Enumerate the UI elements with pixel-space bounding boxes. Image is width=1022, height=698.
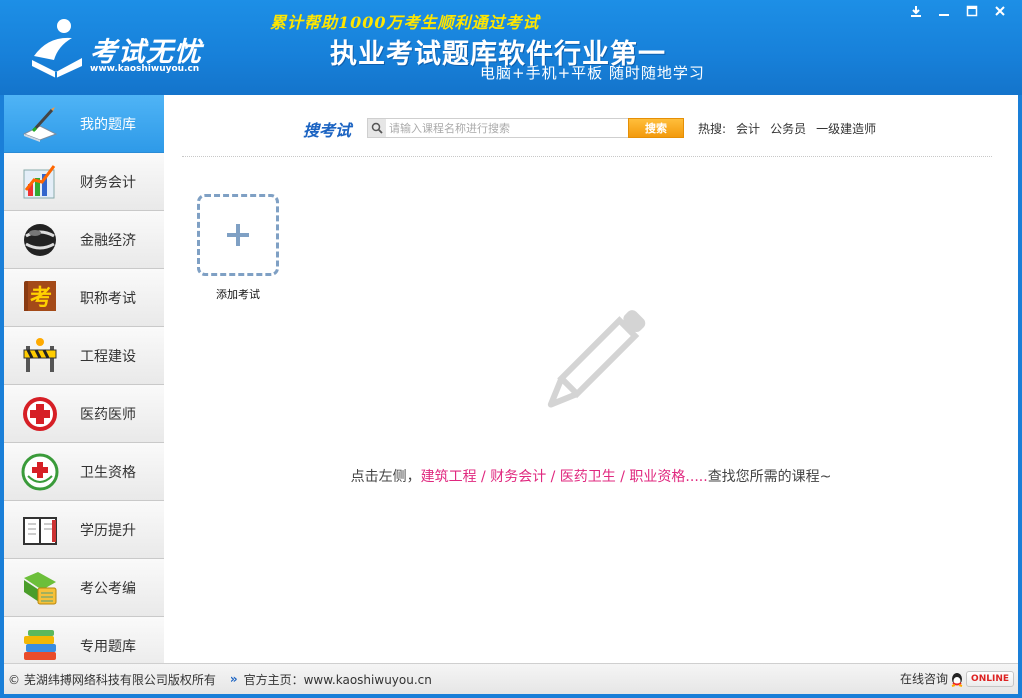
- plus-icon: [227, 224, 249, 246]
- sidebar-item-label: 我的题库: [80, 116, 136, 133]
- maximize-icon: [966, 5, 978, 17]
- add-exam-button[interactable]: [197, 194, 279, 276]
- sidebar-item-civil-service[interactable]: 考公考编: [4, 559, 164, 617]
- svg-text:考: 考: [30, 286, 52, 311]
- calculator-folder-icon: [18, 566, 62, 610]
- sidebar-item-engineering[interactable]: 工程建设: [4, 327, 164, 385]
- hot-link-accounting[interactable]: 会计: [736, 120, 760, 137]
- search-button[interactable]: 搜索: [628, 118, 684, 138]
- hint-prefix: 点击左侧，: [350, 469, 421, 485]
- sidebar-item-label: 职称考试: [80, 290, 136, 307]
- sidebar-item-health-qualification[interactable]: 卫生资格: [4, 443, 164, 501]
- notebook-icon: [18, 508, 62, 552]
- app-header: 考试无忧 www.kaoshiwuyou.cn 累计帮助1000万考生顺利通过考…: [0, 0, 1022, 95]
- close-icon: [995, 6, 1005, 16]
- sidebar-item-my-bank[interactable]: 我的题库: [4, 95, 164, 153]
- chevron-right-icon: »: [229, 672, 238, 686]
- hint-suffix: 查找您所需的课程~: [707, 469, 832, 485]
- minimize-icon: [939, 14, 949, 16]
- hint-categories: 建筑工程 / 财务会计 / 医药卫生 / 职业资格.....: [420, 469, 708, 485]
- hot-link-constructor[interactable]: 一级建造师: [816, 120, 876, 137]
- copyright: © 芜湖纬搏网络科技有限公司版权所有: [8, 672, 216, 687]
- sidebar-item-education[interactable]: 学历提升: [4, 501, 164, 559]
- sidebar-item-finance-accounting[interactable]: 财务会计: [4, 153, 164, 211]
- search-box: [367, 118, 629, 138]
- hot-search-label: 热搜:: [698, 122, 727, 136]
- sidebar-item-medicine[interactable]: 医药医师: [4, 385, 164, 443]
- official-site-link[interactable]: 官方主页：www.kaoshiwuyou.cn: [244, 671, 432, 688]
- sidebar-item-label: 工程建设: [80, 348, 136, 365]
- book-stack-icon: [18, 624, 62, 664]
- sidebar-item-label: 学历提升: [80, 522, 136, 539]
- sidebar-item-label: 医药医师: [80, 406, 136, 423]
- slogan-sub: 电脑+手机+平板 随时随地学习: [480, 64, 705, 82]
- qq-penguin-icon: [951, 672, 963, 687]
- search-title: 搜考试: [303, 121, 352, 140]
- download-button[interactable]: [902, 2, 930, 20]
- main-panel: 搜考试 搜索 热搜: 会计 公务员 一级建造师 添加考试 点击左侧，建筑工程 /…: [164, 95, 1018, 663]
- sidebar-item-label: 专用题库: [80, 638, 136, 655]
- sidebar-item-label: 考公考编: [80, 580, 136, 597]
- close-button[interactable]: [986, 2, 1014, 20]
- sidebar-item-label: 金融经济: [80, 232, 136, 249]
- hint-text: 点击左侧，建筑工程 / 财务会计 / 医药卫生 / 职业资格.....查找您所需…: [164, 466, 1018, 486]
- pencil-icon: [547, 310, 646, 408]
- sidebar-item-finance-economics[interactable]: 金融经济: [4, 211, 164, 269]
- status-footer: © 芜湖纬搏网络科技有限公司版权所有 » 官方主页：www.kaoshiwuyo…: [4, 663, 1018, 694]
- search-icon: [368, 119, 386, 137]
- sidebar-item-special-bank[interactable]: 专用题库: [4, 617, 164, 663]
- hot-search: 热搜: 会计 公务员 一级建造师: [698, 120, 876, 137]
- logo-mark-icon: [32, 19, 82, 78]
- minimize-button[interactable]: [930, 2, 958, 20]
- slogan-top: 累计帮助1000万考生顺利通过考试: [270, 13, 540, 32]
- construction-barrier-icon: [18, 334, 62, 378]
- divider: [182, 156, 992, 157]
- hospital-badge-icon: [18, 450, 62, 494]
- online-consult-button[interactable]: 在线咨询 ONLINE: [900, 670, 1014, 687]
- hot-link-civil-servant[interactable]: 公务员: [770, 120, 806, 137]
- sidebar-item-label: 财务会计: [80, 174, 136, 191]
- download-icon: [911, 6, 921, 17]
- sidebar-item-label: 卫生资格: [80, 464, 136, 481]
- window-controls: [902, 2, 1014, 20]
- bar-chart-icon: [18, 160, 62, 204]
- maximize-button[interactable]: [958, 2, 986, 20]
- globe-icon: [18, 218, 62, 262]
- logo-url: www.kaoshiwuyou.cn: [90, 64, 200, 74]
- search-bar: 搜考试 搜索 热搜: 会计 公务员 一级建造师: [164, 115, 1018, 141]
- search-input[interactable]: [386, 119, 624, 137]
- book-pen-icon: [18, 102, 62, 146]
- online-badge: ONLINE: [966, 670, 1014, 687]
- kao-book-icon: 考: [18, 276, 62, 320]
- add-exam-label: 添加考试: [216, 288, 260, 301]
- medical-cross-icon: [18, 392, 62, 436]
- sidebar-item-title-exam[interactable]: 考 职称考试: [4, 269, 164, 327]
- logo: 考试无忧 www.kaoshiwuyou.cn: [28, 12, 218, 82]
- consult-label: 在线咨询: [900, 672, 949, 686]
- category-sidebar: 我的题库 财务会计 金融经济 考 职称考试 工程建设 医药医师 卫生资格 学历提…: [4, 95, 164, 663]
